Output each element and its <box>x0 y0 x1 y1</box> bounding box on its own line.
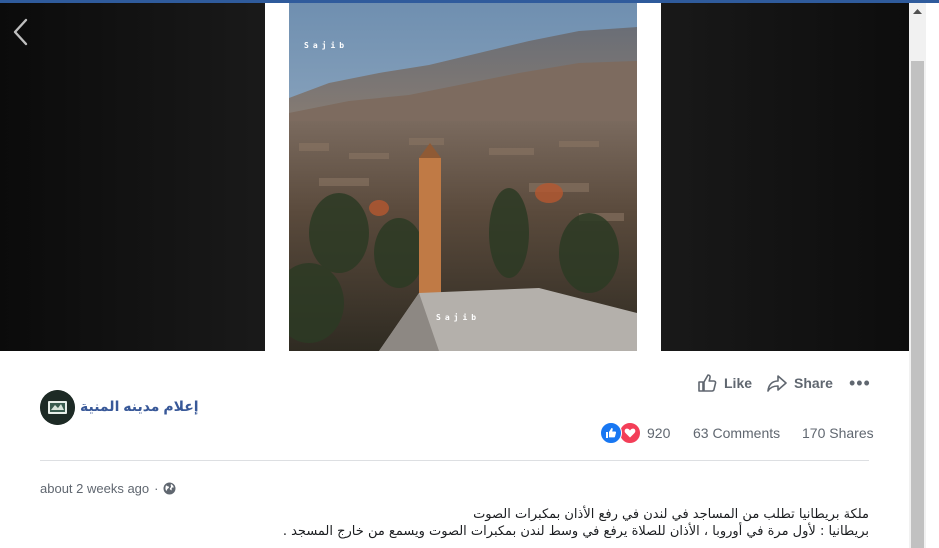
share-button[interactable]: Share <box>766 372 833 394</box>
media-viewer[interactable]: Sajib Sajib <box>0 3 909 351</box>
post-text-line-2: بريطانيا : لأول مرة في أوروبا ، الأذان ل… <box>282 524 869 539</box>
like-button[interactable]: Like <box>696 372 752 394</box>
love-reaction-icon <box>619 422 641 444</box>
globe-icon[interactable] <box>163 482 176 495</box>
scroll-up-arrow-icon[interactable] <box>909 3 926 20</box>
post-body-text: ملكة بريطانيا تطلب من المساجد في لندن في… <box>249 506 869 540</box>
thumbs-up-icon <box>698 374 717 392</box>
video-player[interactable]: Sajib Sajib <box>289 3 637 351</box>
section-divider <box>40 460 869 461</box>
comments-count-link[interactable]: 63 Comments <box>693 425 780 441</box>
like-reaction-icon <box>600 422 622 444</box>
post-text-line-1: ملكة بريطانيا تطلب من المساجد في لندن في… <box>473 507 869 522</box>
video-still-image <box>289 3 637 351</box>
shares-count-link[interactable]: 170 Shares <box>802 425 874 441</box>
page-avatar[interactable] <box>40 390 75 425</box>
reactions-summary[interactable]: 920 <box>600 422 670 444</box>
timestamp-separator: · <box>154 481 159 496</box>
page-name-link[interactable]: إعلام مدينه المنية <box>80 398 199 415</box>
share-label: Share <box>794 375 833 391</box>
more-options-icon[interactable]: ••• <box>849 374 871 392</box>
reactions-count[interactable]: 920 <box>647 425 670 441</box>
scroll-thumb[interactable] <box>911 61 924 548</box>
watermark-bottom: Sajib <box>436 313 481 322</box>
watermark-top: Sajib <box>304 41 349 50</box>
like-label: Like <box>724 375 753 391</box>
back-arrow-icon[interactable] <box>10 17 32 47</box>
video-frame: Sajib Sajib <box>265 3 661 351</box>
page-gutter <box>926 3 939 548</box>
share-arrow-icon <box>767 375 787 392</box>
post-actions: Like Share ••• <box>696 371 871 395</box>
page-scrollbar[interactable] <box>909 3 926 548</box>
timestamp-link[interactable]: about 2 weeks ago <box>40 481 149 496</box>
post-timestamp: about 2 weeks ago · <box>40 481 176 496</box>
avatar-image <box>40 390 75 425</box>
